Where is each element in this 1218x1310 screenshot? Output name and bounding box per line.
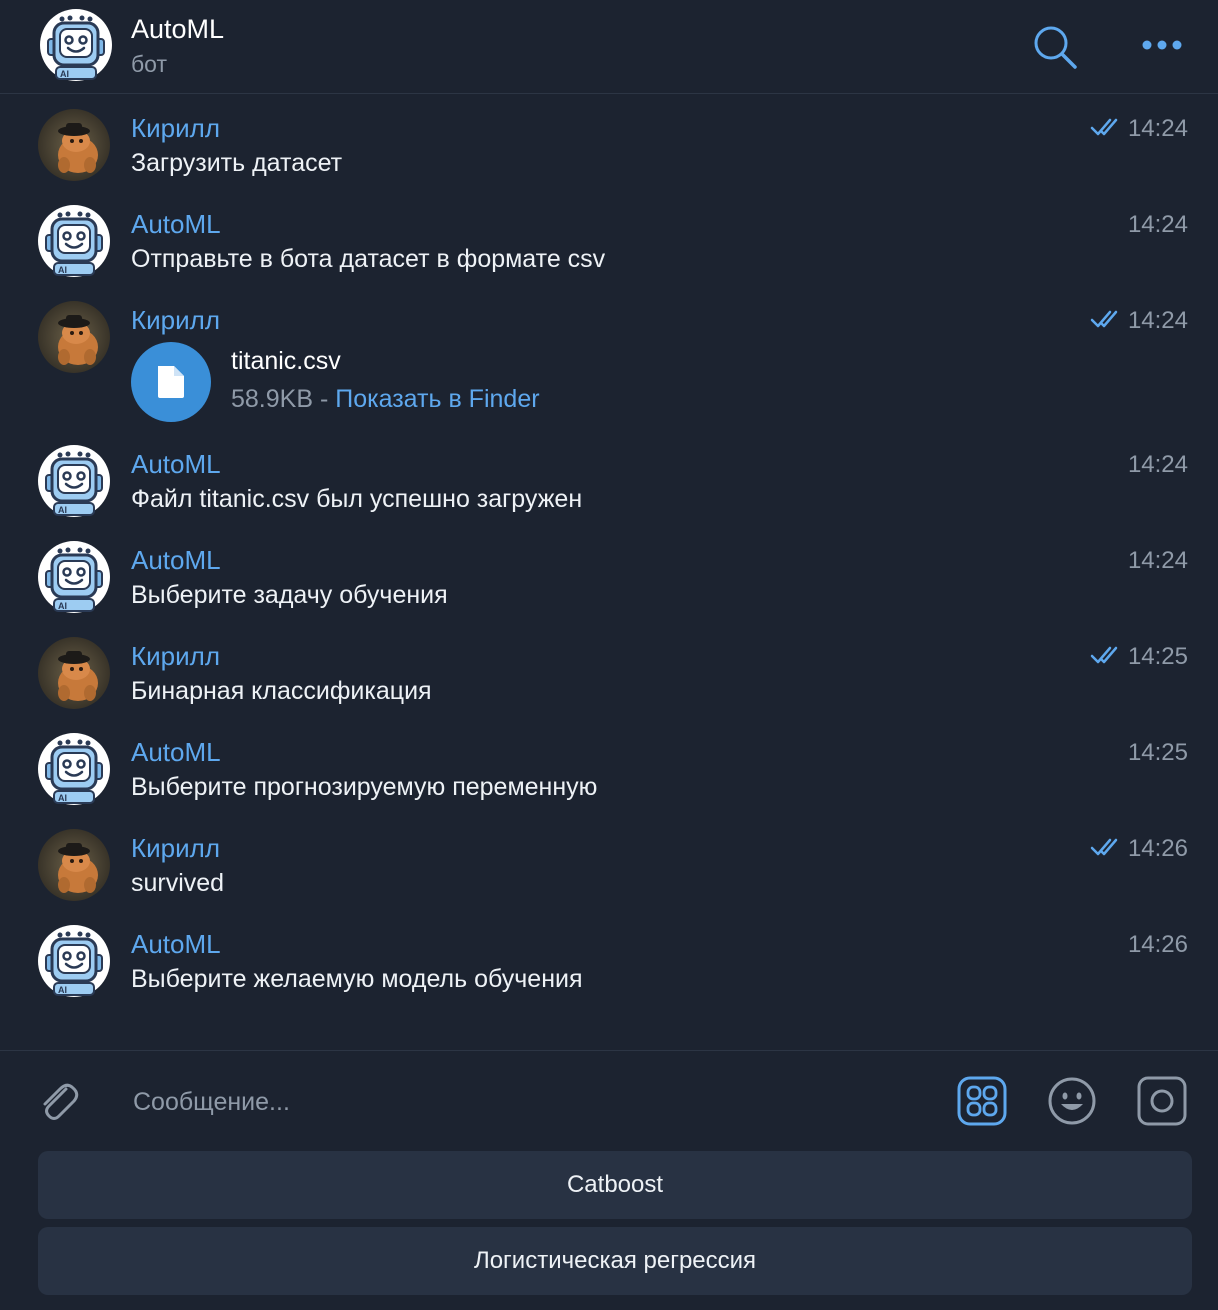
message-text: Отправьте в бота датасет в формате csv <box>131 245 606 273</box>
file-size: 58.9KB <box>231 385 314 413</box>
user-avatar[interactable] <box>38 829 110 906</box>
message-text: Выберите прогнозируемую переменную <box>131 773 598 801</box>
camera-icon[interactable] <box>1137 1076 1187 1131</box>
message-list[interactable]: Кирилл Загрузить датасет 14:24 AutoML От… <box>0 95 1218 1050</box>
message-sender[interactable]: AutoML <box>131 545 221 576</box>
svg-text:AI: AI <box>60 69 69 79</box>
message-sender[interactable]: AutoML <box>131 449 221 480</box>
message-sender[interactable]: Кирилл <box>131 833 220 864</box>
user-avatar[interactable] <box>38 301 110 378</box>
message-composer <box>0 1050 1218 1150</box>
file-meta-separator: - <box>313 385 336 413</box>
message-text: Выберите задачу обучения <box>131 581 448 609</box>
message-item[interactable]: AutoML Выберите задачу обучения 14:24 <box>0 527 1218 623</box>
bot-avatar[interactable] <box>36 539 112 618</box>
double-check-icon <box>1090 117 1120 142</box>
message-time: 14:24 <box>1127 547 1188 574</box>
chat-header: AI AutoML бот <box>0 0 1218 94</box>
file-meta: 58.9KB - Показать в Finder <box>231 385 540 414</box>
message-text: survived <box>131 869 225 897</box>
user-avatar[interactable] <box>38 109 110 186</box>
message-text: Выберите желаемую модель обучения <box>131 965 583 993</box>
message-time: 14:25 <box>1127 739 1188 766</box>
document-icon <box>158 366 184 398</box>
bot-avatar[interactable] <box>36 443 112 522</box>
message-time: 14:24 <box>1127 211 1188 238</box>
more-icon[interactable] <box>1140 35 1184 55</box>
message-time: 14:26 <box>1127 835 1188 862</box>
message-item[interactable]: AutoML Файл titanic.csv был успешно загр… <box>0 431 1218 527</box>
chat-title[interactable]: AutoML <box>131 14 224 45</box>
double-check-icon <box>1090 309 1120 334</box>
message-sender[interactable]: AutoML <box>131 209 221 240</box>
message-time: 14:24 <box>1127 451 1188 478</box>
message-item[interactable]: Кирилл Бинарная классификация 14:25 <box>0 623 1218 719</box>
message-time: 14:24 <box>1127 307 1188 334</box>
message-item[interactable]: AutoML Выберите желаемую модель обучения… <box>0 911 1218 1007</box>
keyboard-button-catboost[interactable]: Catboost <box>38 1151 1192 1219</box>
message-item[interactable]: Кирилл Загрузить датасет 14:24 <box>0 95 1218 191</box>
bot-commands-icon[interactable] <box>957 1076 1007 1131</box>
user-avatar[interactable] <box>38 637 110 714</box>
show-in-finder-link[interactable]: Показать в Finder <box>335 385 539 413</box>
message-sender[interactable]: Кирилл <box>131 305 220 336</box>
file-name[interactable]: titanic.csv <box>231 347 341 376</box>
message-sender[interactable]: Кирилл <box>131 113 220 144</box>
message-text: Загрузить датасет <box>131 149 343 177</box>
bot-avatar[interactable] <box>36 203 112 282</box>
message-item[interactable]: AutoML Отправьте в бота датасет в формат… <box>0 191 1218 287</box>
emoji-icon[interactable] <box>1047 1076 1097 1131</box>
paperclip-icon[interactable] <box>36 1079 82 1130</box>
message-time: 14:25 <box>1127 643 1188 670</box>
message-item[interactable]: Кирилл survived 14:26 <box>0 815 1218 911</box>
message-sender[interactable]: AutoML <box>131 737 221 768</box>
keyboard-button-logistic-regression[interactable]: Логистическая регрессия <box>38 1227 1192 1295</box>
message-item[interactable]: AutoML Выберите прогнозируемую переменну… <box>0 719 1218 815</box>
message-input[interactable] <box>131 1081 835 1123</box>
message-time: 14:24 <box>1127 115 1188 142</box>
chat-subtitle: бот <box>131 51 167 77</box>
bot-avatar[interactable]: AI <box>40 9 112 86</box>
double-check-icon <box>1090 645 1120 670</box>
message-text: Файл titanic.csv был успешно загружен <box>131 485 583 513</box>
bot-avatar[interactable] <box>36 731 112 810</box>
message-text: Бинарная классификация <box>131 677 432 705</box>
search-icon[interactable] <box>1032 24 1078 70</box>
bot-avatar[interactable] <box>36 923 112 1002</box>
message-sender[interactable]: AutoML <box>131 929 221 960</box>
message-time: 14:26 <box>1127 931 1188 958</box>
file-download-button[interactable] <box>131 342 211 422</box>
double-check-icon <box>1090 837 1120 862</box>
message-sender[interactable]: Кирилл <box>131 641 220 672</box>
